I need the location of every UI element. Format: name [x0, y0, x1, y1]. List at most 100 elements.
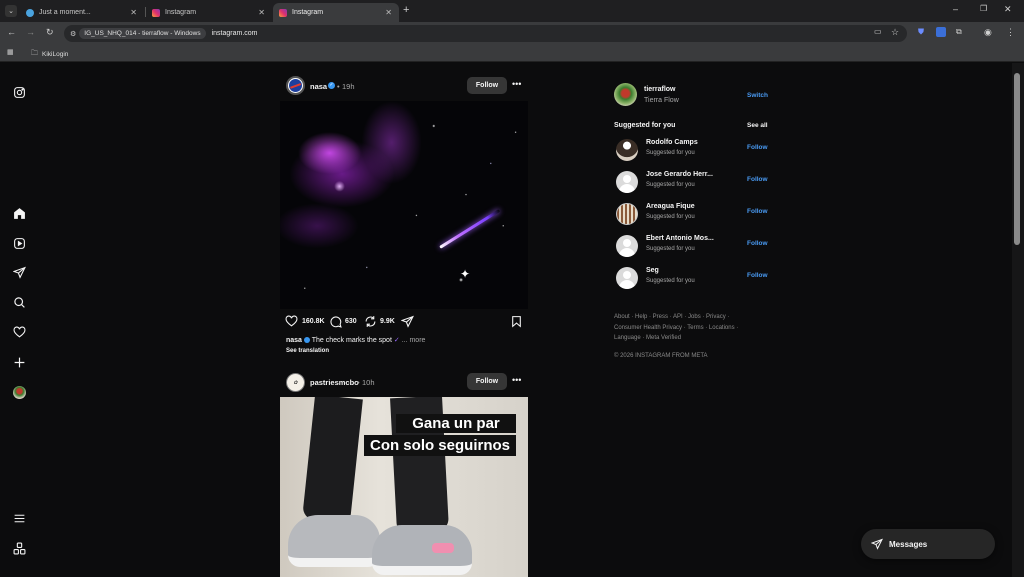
footer-line-1[interactable]: About · Help · Press · API · Jobs · Priv… [614, 312, 754, 323]
copyright: © 2026 INSTAGRAM FROM META [614, 353, 708, 359]
reposts-count[interactable]: 9.9K [380, 318, 395, 325]
suggestion-subtitle: Suggested for you [646, 214, 695, 220]
suggestion-name[interactable]: Jose Gerardo Herr... [646, 171, 713, 178]
page-scrollbar[interactable] [1012, 63, 1024, 577]
caption-text: The check marks the spot [311, 337, 392, 344]
chrome-menu-icon[interactable]: ⋮ [1006, 28, 1015, 37]
profile-avatar-icon[interactable] [10, 383, 28, 401]
tab-just-a-moment[interactable]: Just a moment... ✕ [20, 3, 144, 22]
post-username[interactable]: pastriesmcbo [310, 378, 359, 387]
verified-badge-icon [303, 337, 310, 344]
back-icon[interactable]: ← [7, 28, 16, 37]
cast-icon[interactable]: ▭ [874, 28, 882, 36]
current-user-avatar[interactable] [614, 83, 637, 106]
suggestion-name[interactable]: Rodolfo Camps [646, 139, 698, 146]
reels-icon[interactable] [10, 234, 28, 252]
suggestion-follow-button[interactable]: Follow [747, 272, 768, 279]
url-text[interactable]: instagram.com [212, 30, 258, 37]
tab-search-icon[interactable]: ⌄ [5, 5, 17, 17]
default-avatar-icon[interactable] [616, 171, 638, 193]
repost-icon[interactable] [364, 315, 377, 333]
profile-icon[interactable]: ◉ [984, 28, 992, 37]
follow-button[interactable]: Follow [467, 373, 507, 390]
suggestion-name[interactable]: Seg [646, 267, 659, 274]
suggestion-avatar[interactable] [616, 139, 638, 161]
suggestion-follow-button[interactable]: Follow [747, 240, 768, 247]
minimize-icon[interactable]: – [953, 5, 958, 14]
extensions-puzzle-icon[interactable]: ⧉ [956, 28, 962, 36]
switch-account-link[interactable]: Switch [747, 92, 768, 99]
post-caption: nasa The check marks the spot ✓ ... more [286, 336, 425, 344]
suggestion-name[interactable]: Areagua Fique [646, 203, 695, 210]
comments-count[interactable]: 630 [345, 318, 357, 325]
footer-line-2[interactable]: Consumer Health Privacy · Terms · Locati… [614, 323, 754, 334]
folder-icon: 🗀 [31, 50, 38, 57]
suggestion-item: Seg Suggested for you Follow [614, 265, 774, 293]
save-bookmark-icon[interactable] [510, 315, 523, 333]
default-avatar-icon[interactable] [616, 267, 638, 289]
bookmark-kikilogin[interactable]: 🗀 KikiLogin [31, 49, 68, 60]
default-avatar-icon[interactable] [616, 235, 638, 257]
see-translation-link[interactable]: See translation [286, 348, 329, 354]
footer-line-3[interactable]: Language · Meta Verified [614, 333, 754, 344]
site-info-icon[interactable]: ⚙ [70, 30, 76, 38]
suggestion-follow-button[interactable]: Follow [747, 208, 768, 215]
comment-icon[interactable] [329, 315, 342, 333]
likes-count[interactable]: 160.8K [302, 318, 325, 325]
forward-icon[interactable]: → [26, 28, 35, 37]
post-options-icon[interactable]: ••• [512, 375, 521, 385]
scrollbar-thumb[interactable] [1014, 73, 1020, 245]
post-time[interactable]: 19h [342, 82, 355, 91]
suggestion-avatar[interactable] [616, 203, 638, 225]
post-username[interactable]: nasa [310, 82, 327, 91]
translate-extension-icon[interactable] [936, 27, 946, 37]
messages-button[interactable]: Messages [861, 529, 995, 559]
post-image-galaxy[interactable]: ✦ [280, 101, 528, 309]
also-from-meta-icon[interactable] [10, 539, 28, 557]
close-window-icon[interactable]: ✕ [1004, 5, 1012, 14]
suggestion-subtitle: Suggested for you [646, 246, 695, 252]
instagram-logo-icon[interactable] [10, 83, 28, 101]
suggestion-follow-button[interactable]: Follow [747, 144, 768, 151]
suggestion-follow-button[interactable]: Follow [747, 176, 768, 183]
footer-links: About · Help · Press · API · Jobs · Priv… [614, 312, 754, 344]
create-plus-icon[interactable] [10, 353, 28, 371]
caption-username[interactable]: nasa [286, 337, 302, 344]
browser-tab-strip: ⌄ Just a moment... ✕ Instagram ✕ Instagr… [0, 0, 1024, 22]
reload-icon[interactable]: ↻ [46, 28, 54, 37]
like-icon[interactable] [285, 315, 298, 333]
more-menu-icon[interactable] [10, 509, 28, 527]
close-tab-icon[interactable]: ✕ [385, 8, 392, 17]
profile-chip[interactable]: IG_US_NHQ_014 - tierraflow - Windows [79, 28, 206, 39]
bookmark-star-icon[interactable]: ☆ [891, 28, 899, 37]
close-tab-icon[interactable]: ✕ [130, 8, 137, 17]
apps-grid-icon[interactable]: ▦ [7, 49, 14, 56]
search-icon[interactable] [10, 293, 28, 311]
close-tab-icon[interactable]: ✕ [258, 8, 265, 17]
tab-instagram-1[interactable]: Instagram ✕ [146, 3, 272, 22]
follow-button[interactable]: Follow [467, 77, 507, 94]
caption-more-link[interactable]: ... more [402, 337, 426, 344]
tab-title: Instagram [292, 9, 324, 16]
restore-icon[interactable]: ❐ [980, 5, 987, 13]
current-username[interactable]: tierraflow [644, 86, 676, 93]
see-all-link[interactable]: See all [747, 122, 768, 129]
post-dot: • [357, 378, 360, 387]
extension-shield-icon[interactable]: ⛊ [918, 28, 924, 36]
nasa-avatar[interactable] [286, 76, 305, 95]
pastriesmcbo-avatar[interactable]: ✿ [286, 373, 305, 392]
home-icon[interactable] [10, 204, 28, 222]
bookmarks-bar: ▦ 🗀 KikiLogin [0, 44, 1024, 62]
post-image-sneakers[interactable]: Gana un par Con solo seguirnos [280, 397, 528, 577]
notifications-heart-icon[interactable] [10, 323, 28, 341]
pastries-logo-icon: ✿ [293, 379, 298, 386]
post-options-icon[interactable]: ••• [512, 79, 521, 89]
new-tab-button[interactable]: + [403, 5, 409, 16]
direct-messages-icon[interactable] [10, 263, 28, 281]
address-bar[interactable]: ⚙ IG_US_NHQ_014 - tierraflow - Windows i… [64, 25, 907, 42]
share-icon[interactable] [400, 315, 414, 333]
instagram-favicon-icon [152, 8, 160, 17]
tab-instagram-active[interactable]: Instagram ✕ [273, 3, 399, 22]
suggestion-name[interactable]: Ebert Antonio Mos... [646, 235, 714, 242]
post-time[interactable]: 10h [362, 378, 375, 387]
